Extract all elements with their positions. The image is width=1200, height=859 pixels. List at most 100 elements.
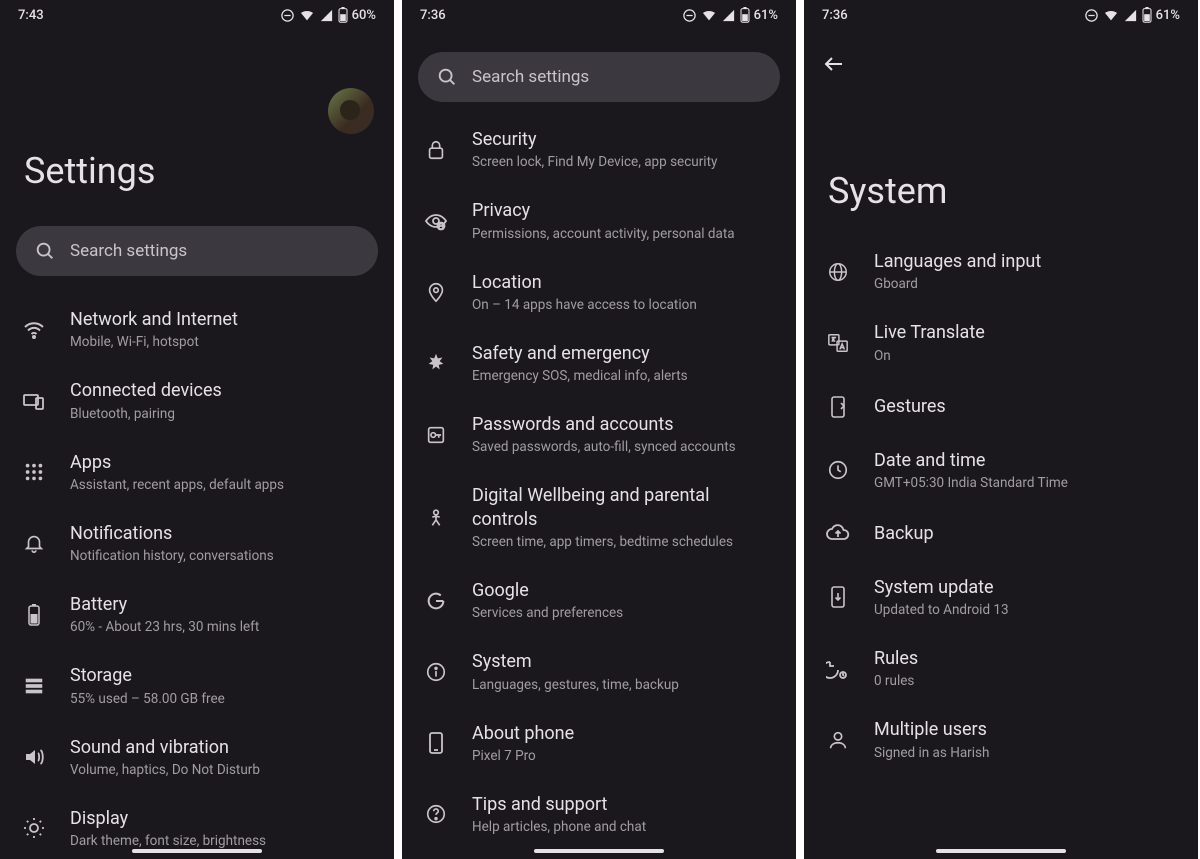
row-safety[interactable]: Safety and emergency Emergency SOS, medi… [402, 328, 796, 399]
home-indicator[interactable] [132, 849, 262, 853]
row-sub: GMT+05:30 India Standard Time [874, 475, 1178, 492]
settings-scroll-screen: 7:36 61% Search settings Security Screen… [402, 0, 796, 859]
row-system-update[interactable]: System update Updated to Android 13 [804, 562, 1198, 633]
row-storage[interactable]: Storage 55% used – 58.00 GB free [0, 650, 394, 721]
row-location[interactable]: Location On – 14 apps have access to loc… [402, 257, 796, 328]
status-right: 60% [280, 7, 376, 23]
status-battery-pct: 61% [754, 8, 778, 23]
row-title: Connected devices [70, 379, 374, 402]
row-sub: Permissions, account activity, personal … [472, 226, 776, 243]
row-multiple-users[interactable]: Multiple users Signed in as Harish [804, 704, 1198, 775]
row-title: Privacy [472, 199, 776, 222]
dnd-icon [1084, 8, 1099, 23]
row-sub: 60% - About 23 hrs, 30 mins left [70, 619, 374, 636]
row-languages[interactable]: Languages and input Gboard [804, 236, 1198, 307]
row-date-time[interactable]: Date and time GMT+05:30 India Standard T… [804, 435, 1198, 506]
privacy-icon [424, 209, 448, 233]
translate-icon [827, 332, 849, 354]
row-title: Apps [70, 451, 374, 474]
brightness-icon [22, 816, 46, 840]
wifi-icon [1103, 7, 1119, 23]
status-battery-pct: 61% [1156, 8, 1180, 23]
row-sub: Assistant, recent apps, default apps [70, 477, 374, 494]
row-about-phone[interactable]: About phone Pixel 7 Pro [402, 708, 796, 779]
backup-icon [826, 523, 850, 545]
row-title: Backup [874, 522, 1178, 545]
row-title: Date and time [874, 449, 1178, 472]
row-title: Storage [70, 664, 374, 687]
row-wellbeing[interactable]: Digital Wellbeing and parental controls … [402, 470, 796, 565]
settings-list: Security Screen lock, Find My Device, ap… [402, 114, 796, 850]
row-title: Sound and vibration [70, 736, 374, 759]
search-placeholder: Search settings [70, 241, 187, 261]
row-security[interactable]: Security Screen lock, Find My Device, ap… [402, 114, 796, 185]
status-time: 7:36 [420, 8, 446, 23]
signal-icon [1123, 8, 1138, 23]
row-notifications[interactable]: Notifications Notification history, conv… [0, 508, 394, 579]
battery-icon [1142, 7, 1152, 23]
row-sub: Bluetooth, pairing [70, 406, 374, 423]
row-sub: Saved passwords, auto-fill, synced accou… [472, 439, 776, 456]
dnd-icon [682, 8, 697, 23]
row-title: Battery [70, 593, 374, 616]
search-icon [34, 240, 56, 262]
system-settings-screen: 7:36 61% System Languages and input Gboa… [804, 0, 1198, 859]
google-icon [425, 590, 447, 612]
system-list: Languages and input Gboard Live Translat… [804, 236, 1198, 776]
row-battery[interactable]: Battery 60% - About 23 hrs, 30 mins left [0, 579, 394, 650]
row-sub: Mobile, Wi-Fi, hotspot [70, 334, 374, 351]
search-settings[interactable]: Search settings [16, 226, 378, 276]
row-sound[interactable]: Sound and vibration Volume, haptics, Do … [0, 722, 394, 793]
globe-icon [827, 261, 849, 283]
row-sub: Volume, haptics, Do Not Disturb [70, 762, 374, 779]
gesture-icon [828, 395, 848, 419]
row-system[interactable]: System Languages, gestures, time, backup [402, 636, 796, 707]
row-title: Live Translate [874, 321, 1178, 344]
home-indicator[interactable] [936, 849, 1066, 853]
battery-icon [740, 7, 750, 23]
row-sub: Emergency SOS, medical info, alerts [472, 368, 776, 385]
profile-avatar[interactable] [328, 88, 374, 134]
help-icon [425, 803, 447, 825]
status-battery-pct: 60% [352, 8, 376, 23]
rules-icon [826, 658, 850, 680]
row-title: About phone [472, 722, 776, 745]
wifi-icon [22, 318, 46, 342]
row-passwords[interactable]: Passwords and accounts Saved passwords, … [402, 399, 796, 470]
row-sub: Dark theme, font size, brightness [70, 833, 374, 850]
row-sub: Services and preferences [472, 605, 776, 622]
person-icon [827, 729, 849, 751]
row-title: Passwords and accounts [472, 413, 776, 436]
row-title: Languages and input [874, 250, 1178, 273]
row-apps[interactable]: Apps Assistant, recent apps, default app… [0, 437, 394, 508]
row-title: Rules [874, 647, 1178, 670]
row-privacy[interactable]: Privacy Permissions, account activity, p… [402, 185, 796, 256]
row-title: Notifications [70, 522, 374, 545]
lock-icon [425, 139, 447, 161]
back-icon[interactable] [822, 52, 846, 76]
row-live-translate[interactable]: Live Translate On [804, 307, 1198, 378]
row-backup[interactable]: Backup [804, 506, 1198, 562]
signal-icon [721, 8, 736, 23]
row-tips[interactable]: Tips and support Help articles, phone an… [402, 779, 796, 850]
status-right: 61% [682, 7, 778, 23]
bell-icon [23, 532, 45, 554]
row-network-internet[interactable]: Network and Internet Mobile, Wi-Fi, hots… [0, 294, 394, 365]
wellbeing-icon [425, 507, 447, 529]
wifi-icon [701, 7, 717, 23]
row-connected-devices[interactable]: Connected devices Bluetooth, pairing [0, 365, 394, 436]
home-indicator[interactable] [534, 849, 664, 853]
clock-icon [827, 459, 849, 481]
search-settings[interactable]: Search settings [418, 52, 780, 102]
settings-list: Network and Internet Mobile, Wi-Fi, hots… [0, 294, 394, 859]
search-icon [436, 66, 458, 88]
wifi-icon [299, 7, 315, 23]
row-sub: On – 14 apps have access to location [472, 297, 776, 314]
row-google[interactable]: Google Services and preferences [402, 565, 796, 636]
row-rules[interactable]: Rules 0 rules [804, 633, 1198, 704]
phone-icon [426, 731, 446, 755]
settings-home-screen: 7:43 60% Settings Search settings Networ… [0, 0, 394, 859]
row-gestures[interactable]: Gestures [804, 379, 1198, 435]
status-bar: 7:36 61% [804, 0, 1198, 30]
key-icon [425, 424, 447, 446]
